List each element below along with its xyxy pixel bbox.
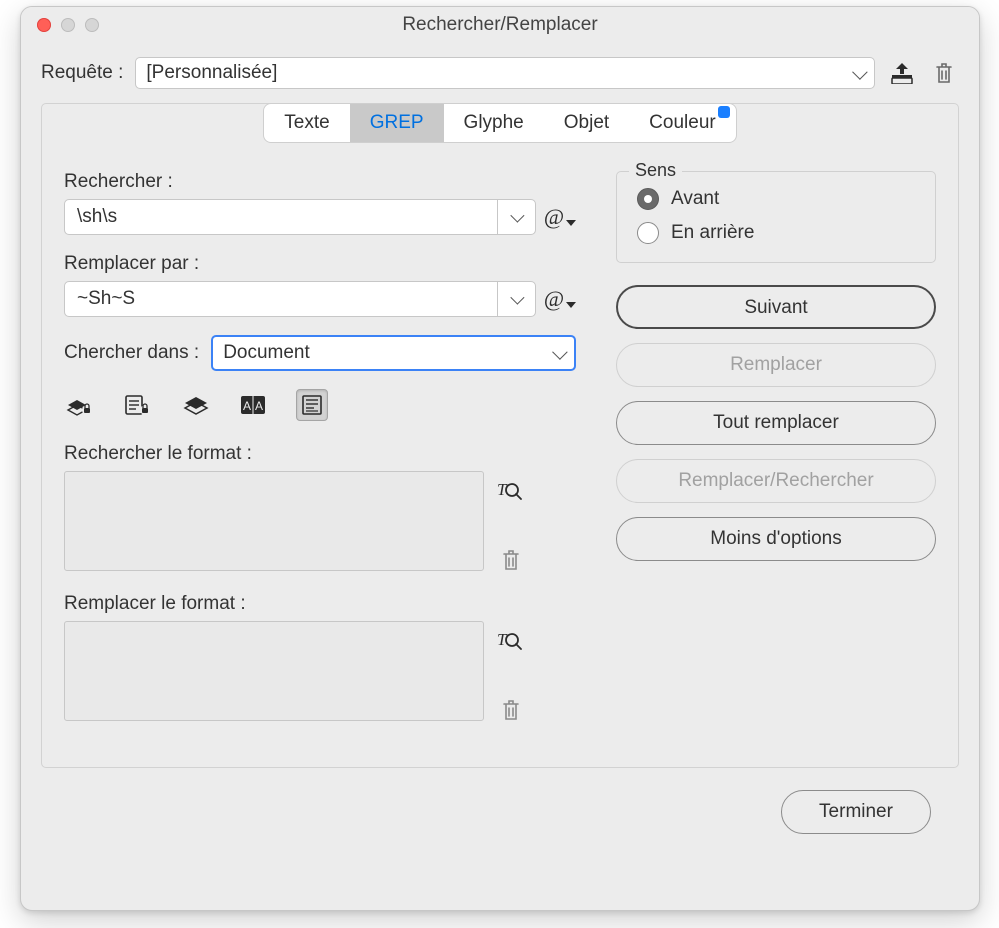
left-column: Rechercher : \sh\s @ Remplacer par : ~Sh… [64,171,576,743]
find-format-clear-icon[interactable] [496,545,526,575]
find-value: \sh\s [77,206,117,228]
less-options-button[interactable]: Moins d'options [616,517,936,561]
radio-forward[interactable]: Avant [637,188,915,210]
scope-icons: AA [64,389,576,421]
query-value: [Personnalisée] [146,62,277,84]
replace-find-button[interactable]: Remplacer/Rechercher [616,459,936,503]
query-label: Requête : [41,62,123,84]
window-controls [21,18,99,32]
replace-input[interactable]: ~Sh~S [64,281,536,317]
find-special-chars-icon[interactable]: @ [544,204,576,230]
tabs-container: Texte GREP Glyphe Objet Couleur [64,103,936,143]
searchin-row: Chercher dans : Document [64,335,576,371]
main-columns: Rechercher : \sh\s @ Remplacer par : ~Sh… [64,171,936,743]
replace-all-button[interactable]: Tout remplacer [616,401,936,445]
replace-format-box: T [64,621,576,721]
replace-value: ~Sh~S [77,288,135,310]
replace-format-side: T [496,629,526,725]
replace-format-label: Remplacer le format : [64,593,576,615]
searchin-select[interactable]: Document [211,335,576,371]
next-button[interactable]: Suivant [616,285,936,329]
dialog-content: Requête : [Personnalisée] Texte GREP Gly… [21,43,979,834]
find-replace-window: Rechercher/Remplacer Requête : [Personna… [20,6,980,911]
find-row: \sh\s @ [64,199,576,235]
find-format-side: T [496,479,526,575]
footnotes-icon[interactable] [296,389,328,421]
find-input[interactable]: \sh\s [64,199,536,235]
radio-backward[interactable]: En arrière [637,222,915,244]
direction-fieldset: Sens Avant En arrière [616,171,936,263]
footer: Terminer [41,768,959,834]
save-query-icon[interactable] [887,58,917,88]
close-window-button[interactable] [37,18,51,32]
replace-row: ~Sh~S @ [64,281,576,317]
locked-stories-icon[interactable] [122,389,154,421]
radio-backward-label: En arrière [671,222,754,244]
replace-format-clear-icon[interactable] [496,695,526,725]
tab-glyphe[interactable]: Glyphe [444,104,544,142]
find-format-label: Rechercher le format : [64,443,576,465]
find-history-dropdown[interactable] [497,200,535,234]
replace-format-specify-icon[interactable]: T [496,629,526,661]
window-title: Rechercher/Remplacer [21,14,979,36]
tabs: Texte GREP Glyphe Objet Couleur [263,103,736,143]
master-pages-icon[interactable]: AA [238,389,270,421]
radio-icon [637,222,659,244]
main-panel: Texte GREP Glyphe Objet Couleur Recherch… [41,103,959,768]
svg-text:A: A [255,399,263,413]
delete-query-icon[interactable] [929,58,959,88]
locked-layers-icon[interactable] [64,389,96,421]
svg-text:A: A [243,399,251,413]
tab-objet[interactable]: Objet [544,104,629,142]
direction-legend: Sens [629,160,682,181]
find-format-specify-icon[interactable]: T [496,479,526,511]
replace-history-dropdown[interactable] [497,282,535,316]
zoom-window-button[interactable] [85,18,99,32]
find-format-area[interactable] [64,471,484,571]
tab-texte[interactable]: Texte [264,104,349,142]
done-button[interactable]: Terminer [781,790,931,834]
replace-label: Remplacer par : [64,253,576,275]
titlebar: Rechercher/Remplacer [21,7,979,43]
radio-forward-label: Avant [671,188,719,210]
badge-icon [718,106,730,118]
find-format-box: T [64,471,576,571]
replace-format-area[interactable] [64,621,484,721]
replace-special-chars-icon[interactable]: @ [544,286,576,312]
find-label: Rechercher : [64,171,576,193]
searchin-label: Chercher dans : [64,342,199,364]
tab-couleur[interactable]: Couleur [629,104,736,142]
minimize-window-button[interactable] [61,18,75,32]
tab-grep[interactable]: GREP [350,104,444,142]
searchin-value: Document [223,342,310,364]
query-row: Requête : [Personnalisée] [41,57,959,89]
right-column: Sens Avant En arrière Suivant Remplacer … [616,171,936,743]
hidden-layers-icon[interactable] [180,389,212,421]
radio-icon [637,188,659,210]
query-select[interactable]: [Personnalisée] [135,57,875,89]
replace-button[interactable]: Remplacer [616,343,936,387]
